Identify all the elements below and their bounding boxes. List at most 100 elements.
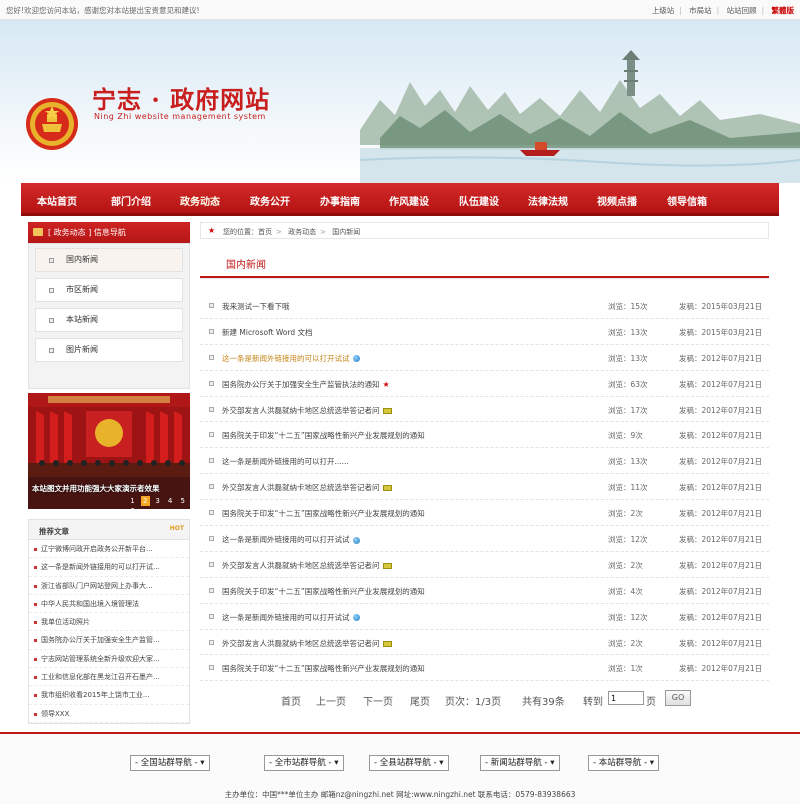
news-title[interactable]: 这一条是新闻外链接用的可以打开试试 xyxy=(222,353,360,364)
bullet-icon xyxy=(209,536,214,542)
news-date: 发稿：2012年07月21日 xyxy=(679,405,763,415)
bullet-icon xyxy=(49,288,54,293)
news-title[interactable]: 外交部发言人洪磊就纳卡地区总统选举答记者问 xyxy=(222,560,392,571)
news-row[interactable]: 国务院关于印发“十二五”国家战略性新兴产业发展规划的通知 浏览：9次 发稿：2012… xyxy=(200,422,769,449)
news-title-text: 国务院办公厅关于加强安全生产监管执法的通知 xyxy=(222,379,380,389)
recommended-item[interactable]: 工业和信息化部在黑龙江召开石墨产... xyxy=(29,668,189,687)
nav-leader-mailbox[interactable]: 领导信箱 xyxy=(667,193,707,208)
recommended-item[interactable]: 浙江省部队门户网站登网上办事大... xyxy=(29,577,189,595)
pager-first[interactable]: 首页 xyxy=(281,693,301,708)
news-views: 浏览：13次 xyxy=(608,353,648,363)
sidebar-item-domestic-news[interactable]: 国内新闻 xyxy=(35,248,183,272)
news-title[interactable]: 国务院关于印发“十二五”国家战略性新兴产业发展规划的通知 xyxy=(222,430,425,441)
news-title[interactable]: 国务院关于印发“十二五”国家战略性新兴产业发展规划的通知 xyxy=(222,508,425,519)
news-views: 浏览：1次 xyxy=(608,664,643,674)
sidebar-item-label: 图片新闻 xyxy=(66,345,98,354)
news-title[interactable]: 我来测试一下看下哦 xyxy=(222,301,290,312)
photo-page-4[interactable]: 4 xyxy=(166,496,175,506)
news-title[interactable]: 国务院办公厅关于加强安全生产监管执法的通知 ★ xyxy=(222,379,390,390)
nav-video[interactable]: 视频点播 xyxy=(597,193,637,208)
news-title-text: 外交部发言人洪磊就纳卡地区总统选举答记者问 xyxy=(222,405,380,415)
recommended-item[interactable]: 宁志网站管理系统全新升级欢迎大家... xyxy=(29,650,189,669)
nav-work-style[interactable]: 作风建设 xyxy=(389,193,429,208)
recommended-item[interactable]: 辽宁微博问政开启政务公开新平台... xyxy=(29,540,189,559)
top-link-upper-site[interactable]: 上级站 xyxy=(652,6,675,15)
news-title[interactable]: 这一条是新闻外链接用的可以打开...... xyxy=(222,456,349,467)
news-title-text: 国务院关于印发“十二五”国家战略性新兴产业发展规划的通知 xyxy=(222,586,425,596)
pager-prev[interactable]: 上一页 xyxy=(316,693,346,708)
site-nav-news[interactable]: - 新闻站群导航 - ▾ xyxy=(480,755,560,771)
photo-page-3[interactable]: 3 xyxy=(153,496,162,506)
news-row[interactable]: 国务院办公厅关于加强安全生产监管执法的通知 ★ 浏览：63次 发稿：2012年07月2… xyxy=(200,371,769,397)
site-nav-national[interactable]: - 全国站群导航 - ▾ xyxy=(130,755,210,771)
photo-page-5[interactable]: 5 xyxy=(178,496,187,506)
news-title[interactable]: 新建 Microsoft Word 文档 xyxy=(222,327,313,338)
news-title[interactable]: 国务院关于印发“十二五”国家战略性新兴产业发展规划的通知 xyxy=(222,663,425,674)
nav-home[interactable]: 本站首页 xyxy=(37,193,77,208)
news-title-text: 外交部发言人洪磊就纳卡地区总统选举答记者问 xyxy=(222,483,380,493)
site-nav-county[interactable]: - 全县站群导航 - ▾ xyxy=(369,755,449,771)
news-title[interactable]: 国务院关于印发“十二五”国家战略性新兴产业发展规划的通知 xyxy=(222,586,425,597)
breadcrumb-level2[interactable]: 国内新闻 xyxy=(332,228,360,236)
nav-gov-news[interactable]: 政务动态 xyxy=(180,193,220,208)
news-views: 浏览：13次 xyxy=(608,327,648,337)
news-row[interactable]: 外交部发言人洪磊就纳卡地区总统选举答记者问 浏览：17次 发稿：2012年07月21… xyxy=(200,397,769,423)
news-row[interactable]: 我来测试一下看下哦 浏览：15次 发稿：2015年03月21日 xyxy=(200,293,769,319)
news-row[interactable]: 新建 Microsoft Word 文档 浏览：13次 发稿：2015年03月21日 xyxy=(200,319,769,345)
sidebar-item-site-news[interactable]: 本站新闻 xyxy=(35,308,183,332)
recommended-item[interactable]: 我单位活动照片 xyxy=(29,613,189,632)
top-link-city-site[interactable]: 市局站 xyxy=(689,6,712,15)
photo-page-2[interactable]: 2 xyxy=(140,496,150,506)
news-title[interactable]: 外交部发言人洪磊就纳卡地区总统选举答记者问 xyxy=(222,405,392,416)
copyright-text: 主办单位：中国***单位主办 邮箱nz@ningzhi.net 网址:www.n… xyxy=(224,790,576,799)
new-icon xyxy=(382,562,392,569)
photo-page-6[interactable]: 6 xyxy=(128,506,137,509)
nav-service-guide[interactable]: 办事指南 xyxy=(320,193,360,208)
news-row[interactable]: 国务院关于印发“十二五”国家战略性新兴产业发展规划的通知 浏览：2次 发稿：2012… xyxy=(200,500,769,527)
news-row[interactable]: 这一条是新闻外链接用的可以打开试试 浏览：13次 发稿：2012年07月21日 xyxy=(200,345,769,371)
top-link-review[interactable]: 站站回顾 xyxy=(727,6,757,15)
bullet-icon xyxy=(209,587,214,593)
photo-page-1[interactable]: 1 xyxy=(128,496,137,506)
news-row[interactable]: 外交部发言人洪磊就纳卡地区总统选举答记者问 浏览：2次 发稿：2012年07月21日 xyxy=(200,552,769,578)
recommended-item[interactable]: 中华人民共和国出境入境管理法 xyxy=(29,595,189,614)
news-title[interactable]: 外交部发言人洪磊就纳卡地区总统选举答记者问 xyxy=(222,638,392,649)
news-date: 发稿：2012年07月21日 xyxy=(679,612,763,622)
news-views: 浏览：13次 xyxy=(608,457,648,467)
pager-last[interactable]: 尾页 xyxy=(410,693,430,708)
nav-team-building[interactable]: 队伍建设 xyxy=(459,193,499,208)
recommended-item[interactable]: 这一条是新闻外链接用的可以打开试... xyxy=(29,558,189,577)
breadcrumb-level1[interactable]: 政务动态 xyxy=(288,228,316,236)
nav-gov-affairs[interactable]: 政务公开 xyxy=(250,193,290,208)
news-row[interactable]: 国务院关于印发“十二五”国家战略性新兴产业发展规划的通知 浏览：4次 发稿：2012… xyxy=(200,578,769,604)
photo-slideshow[interactable]: 本站图文并用功能强大大家演示者效果 1 2 3 4 5 6 xyxy=(28,393,190,509)
recommended-item[interactable]: 领导XXX xyxy=(29,705,189,723)
site-nav-this-site[interactable]: - 本站群导航 - ▾ xyxy=(588,755,660,771)
news-row[interactable]: 外交部发言人洪磊就纳卡地区总统选举答记者问 浏览：11次 发稿：2012年07月21… xyxy=(200,474,769,501)
nav-departments[interactable]: 部门介绍 xyxy=(111,193,151,208)
news-title[interactable]: 这一条是新闻外链接用的可以打开试试 xyxy=(222,534,360,545)
site-nav-city[interactable]: - 全市站群导航 - ▾ xyxy=(264,755,344,771)
news-views: 浏览：12次 xyxy=(608,612,648,622)
recommended-item[interactable]: 我市组织收看2015年上饶市工业... xyxy=(29,686,189,705)
bullet-icon xyxy=(209,458,214,464)
news-row[interactable]: 国务院关于印发“十二五”国家战略性新兴产业发展规划的通知 浏览：1次 发稿：2012… xyxy=(200,655,769,682)
news-title[interactable]: 外交部发言人洪磊就纳卡地区总统选举答记者问 xyxy=(222,482,392,493)
news-row[interactable]: 这一条是新闻外链接用的可以打开试试 浏览：12次 发稿：2012年07月21日 xyxy=(200,526,769,552)
sidebar-item-photo-news[interactable]: 图片新闻 xyxy=(35,338,183,362)
recommended-item[interactable]: 国务院办公厅关于加强安全生产监管... xyxy=(29,631,189,650)
breadcrumb-home[interactable]: 您的位置：首页 xyxy=(223,228,272,236)
news-row[interactable]: 这一条是新闻外链接用的可以打开试试 浏览：12次 发稿：2012年07月21日 xyxy=(200,604,769,630)
news-date: 发稿：2012年07月21日 xyxy=(679,509,763,519)
news-row[interactable]: 外交部发言人洪磊就纳卡地区总统选举答记者问 浏览：2次 发稿：2012年07月21日 xyxy=(200,630,769,656)
sidebar-item-city-news[interactable]: 市区新闻 xyxy=(35,278,183,302)
nav-laws[interactable]: 法律法规 xyxy=(528,193,568,208)
news-date: 发稿：2015年03月21日 xyxy=(679,302,763,311)
news-row[interactable]: 这一条是新闻外链接用的可以打开...... 浏览：13次 发稿：2012年07月21… xyxy=(200,448,769,475)
top-link-traditional[interactable]: 繁體版 xyxy=(772,6,795,15)
pager-go-button[interactable]: GO xyxy=(665,690,691,706)
news-title[interactable]: 这一条是新闻外链接用的可以打开试试 xyxy=(222,612,360,623)
pager-next[interactable]: 下一页 xyxy=(363,693,393,708)
pager-page-input[interactable] xyxy=(608,691,644,705)
recommended-header: 推荐文章 HOT xyxy=(29,520,189,540)
